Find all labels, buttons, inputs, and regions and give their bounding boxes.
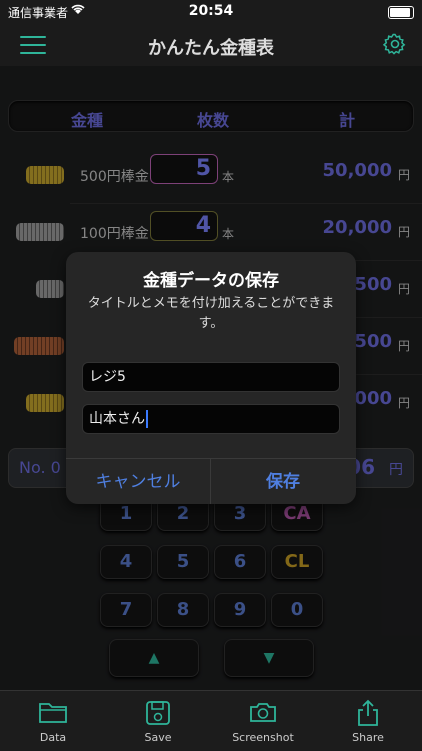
tab-save[interactable]: Save xyxy=(118,699,198,744)
cancel-button[interactable]: キャンセル xyxy=(66,459,210,504)
text-cursor xyxy=(146,410,148,428)
memo-field[interactable]: 山本さん xyxy=(82,404,340,434)
dialog-message: タイトルとメモを付け加えることができます。 xyxy=(87,296,335,331)
tab-label: Save xyxy=(144,731,172,744)
page-title: かんたん金種表 xyxy=(148,38,274,59)
battery-icon xyxy=(388,6,414,19)
title-field-value: レジ5 xyxy=(89,369,126,385)
tab-bar: Data Save Screenshot Share xyxy=(0,690,422,751)
tab-data[interactable]: Data xyxy=(13,699,93,744)
tab-label: Share xyxy=(352,731,384,744)
tab-share[interactable]: Share xyxy=(328,699,408,744)
title-field[interactable]: レジ5 xyxy=(82,362,340,392)
save-button[interactable]: 保存 xyxy=(211,459,355,504)
dialog-buttons: キャンセル 保存 xyxy=(66,458,356,504)
save-icon xyxy=(118,699,198,727)
gear-icon[interactable] xyxy=(382,32,408,58)
folder-icon xyxy=(13,699,93,727)
tab-screenshot[interactable]: Screenshot xyxy=(223,699,303,744)
camera-icon xyxy=(223,699,303,727)
clock: 20:54 xyxy=(188,3,234,19)
tab-label: Data xyxy=(39,731,67,744)
navigation-bar: かんたん金種表 xyxy=(0,24,422,66)
tab-label: Screenshot xyxy=(232,731,294,744)
status-bar: 通信事業者 20:54 xyxy=(0,0,422,24)
dialog-title: 金種データの保存 xyxy=(143,271,279,291)
save-dialog: 金種データの保存 タイトルとメモを付け加えることができます。 レジ5 山本さん … xyxy=(66,252,356,504)
memo-field-value: 山本さん xyxy=(89,411,145,427)
share-icon xyxy=(328,699,408,727)
